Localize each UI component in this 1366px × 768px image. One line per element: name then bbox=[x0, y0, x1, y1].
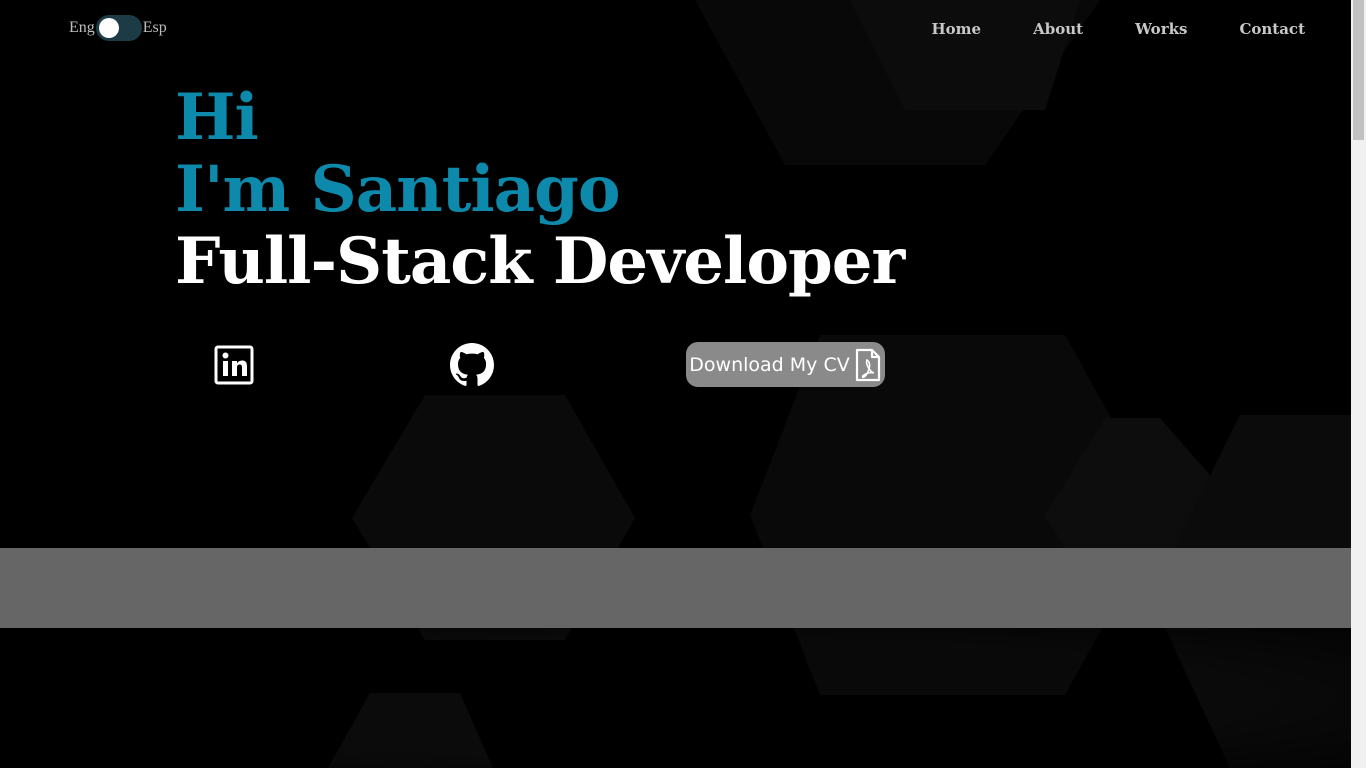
toggle-knob bbox=[98, 18, 119, 38]
lang-label-english: Eng bbox=[69, 19, 95, 36]
hero-name: I'm Santiago bbox=[175, 152, 621, 227]
nav-contact[interactable]: Contact bbox=[1239, 20, 1305, 38]
hero-heading: Hi I'm Santiago Full-Stack Developer bbox=[175, 80, 905, 299]
nav-works[interactable]: Works bbox=[1135, 20, 1187, 38]
pdf-file-icon bbox=[855, 348, 880, 381]
github-icon[interactable] bbox=[450, 343, 494, 387]
main-nav: Home About Works Contact bbox=[932, 20, 1306, 38]
nav-about[interactable]: About bbox=[1033, 20, 1083, 38]
section-divider-band bbox=[0, 548, 1351, 628]
nav-home[interactable]: Home bbox=[932, 20, 982, 38]
lang-label-spanish: Esp bbox=[142, 19, 167, 36]
scrollbar[interactable] bbox=[1351, 0, 1366, 768]
download-cv-label: Download My CV bbox=[689, 353, 850, 376]
scrollbar-thumb[interactable] bbox=[1353, 0, 1364, 140]
download-cv-button[interactable]: Download My CV bbox=[686, 342, 885, 387]
language-switcher: Eng Esp bbox=[69, 14, 167, 42]
hero-role: Full-Stack Developer bbox=[175, 224, 905, 299]
hero-greeting: Hi bbox=[175, 80, 259, 155]
language-toggle[interactable] bbox=[95, 15, 142, 41]
linkedin-icon[interactable] bbox=[214, 345, 254, 385]
